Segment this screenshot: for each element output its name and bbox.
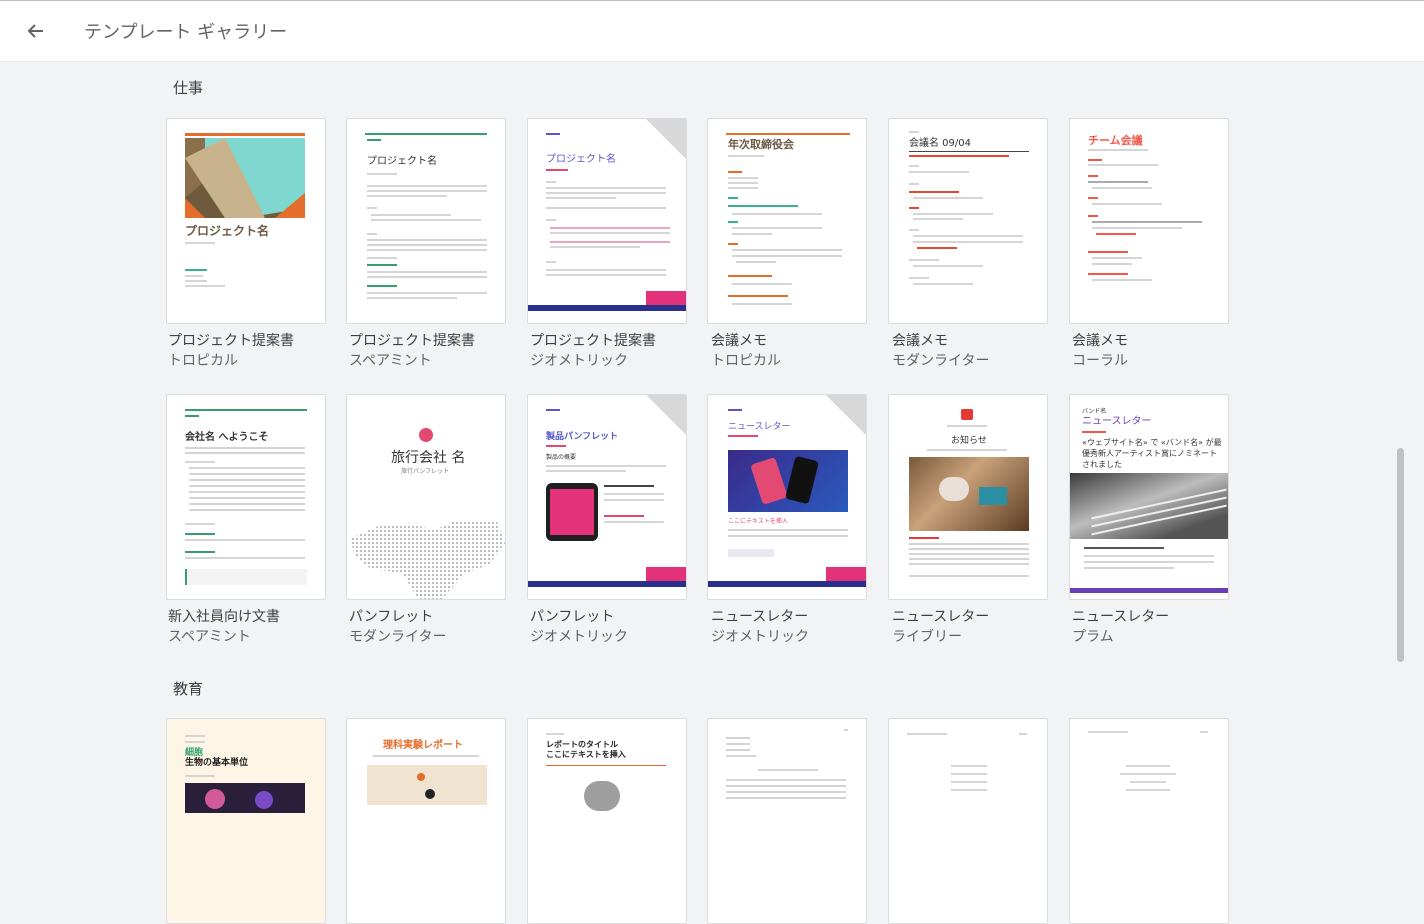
template-card-newsletter-geometric[interactable]: ニュースレター ここにテキストを挿入 xyxy=(707,394,867,600)
template-style: モダンライター xyxy=(892,353,990,369)
template-name: プロジェクト提案書 xyxy=(168,333,294,349)
guitar-photo-image xyxy=(1070,473,1228,539)
template-style: ジオメトリック xyxy=(530,629,628,645)
template-style: ライブリー xyxy=(892,629,962,645)
template-card-meeting-notes-coral[interactable]: チーム会議 xyxy=(1069,118,1229,324)
template-name: 会議メモ xyxy=(1072,333,1128,349)
thumb-title: 生物の基本単位 xyxy=(185,758,249,768)
thumb-title: 旅行会社 名 xyxy=(391,450,466,466)
page-title: テンプレート ギャラリー xyxy=(84,22,288,43)
template-style: トロピカル xyxy=(168,353,238,369)
experiment-image xyxy=(367,765,487,805)
template-name: ニュースレター xyxy=(711,609,809,625)
template-card-project-proposal-tropical[interactable]: プロジェクト名 xyxy=(166,118,326,324)
thumb-title: 理科実験レポート xyxy=(383,740,463,751)
thumb-subtitle: 製品の概要 xyxy=(546,454,577,461)
template-label: 新入社員向け文書 スペアミント xyxy=(168,607,338,647)
template-style: コーラル xyxy=(1072,353,1128,369)
portrait-image xyxy=(584,781,620,811)
template-label: ニュースレター ライブリー xyxy=(892,607,1062,647)
thumb-title: お知らせ xyxy=(951,436,987,446)
vertical-scrollbar[interactable] xyxy=(1397,448,1404,662)
logo-icon xyxy=(419,428,433,442)
thumb-title: プロジェクト名 xyxy=(546,154,616,165)
template-card-education-2[interactable]: 理科実験レポート xyxy=(346,718,506,924)
heart-icon xyxy=(961,409,973,420)
template-label: ニュースレター ジオメトリック xyxy=(711,607,881,647)
template-card-onboarding-spearmint[interactable]: 会社名 へようこそ xyxy=(166,394,326,600)
thumb-title: ニュースレター xyxy=(1082,416,1152,427)
tropical-pattern-image xyxy=(185,138,305,218)
template-label: プロジェクト提案書 ジオメトリック xyxy=(530,331,700,371)
template-name: ニュースレター xyxy=(892,609,990,625)
template-label: プロジェクト提案書 スペアミント xyxy=(349,331,519,371)
arrow-left-icon xyxy=(27,24,43,38)
template-card-project-proposal-spearmint[interactable]: プロジェクト名 xyxy=(346,118,506,324)
back-button[interactable] xyxy=(20,15,52,47)
thumb-title: 製品パンフレット xyxy=(546,432,619,442)
template-card-meeting-notes-tropical[interactable]: 年次取締役会 xyxy=(707,118,867,324)
template-card-brochure-geometric[interactable]: 製品パンフレット 製品の概要 xyxy=(527,394,687,600)
template-name: プロジェクト提案書 xyxy=(530,333,656,349)
thumb-title: レポートのタイトル xyxy=(546,740,618,749)
template-label: 会議メモ モダンライター xyxy=(892,331,1062,371)
template-name: プロジェクト提案書 xyxy=(349,333,475,349)
app-header: テンプレート ギャラリー xyxy=(0,1,1424,62)
template-name: パンフレット xyxy=(349,609,434,625)
template-style: モダンライター xyxy=(349,629,447,645)
template-label: プロジェクト提案書 トロピカル xyxy=(168,331,338,371)
template-style: プラム xyxy=(1072,629,1114,645)
template-name: ニュースレター xyxy=(1072,609,1170,625)
desk-photo-image xyxy=(909,457,1029,531)
thumb-title: プロジェクト名 xyxy=(367,156,437,167)
template-card-education-6[interactable] xyxy=(1069,718,1229,924)
section-title-education: 教育 xyxy=(173,680,204,698)
template-style: スペアミント xyxy=(349,353,432,369)
thumb-subtitle: ここにテキストを挿入 xyxy=(728,518,788,525)
template-style: スペアミント xyxy=(168,629,251,645)
newsletter-image xyxy=(728,450,848,512)
thumb-body: «ウェブサイト名» で «バンド名» が最優秀新人アーティスト賞にノミネートされ… xyxy=(1082,438,1222,469)
template-style: トロピカル xyxy=(711,353,781,369)
thumb-title: 会議名 09/04 xyxy=(909,138,971,149)
template-card-newsletter-lively[interactable]: お知らせ xyxy=(888,394,1048,600)
thumb-title: 会社名 へようこそ xyxy=(185,432,269,443)
thumb-subtitle: 旅行パンフレット xyxy=(401,468,450,475)
thumb-title: 年次取締役会 xyxy=(728,138,794,151)
template-name: 新入社員向け文書 xyxy=(168,609,280,625)
template-card-education-3[interactable]: レポートのタイトル ここにテキストを挿入 xyxy=(527,718,687,924)
template-label: ニュースレター プラム xyxy=(1072,607,1242,647)
thumb-subtitle: ここにテキストを挿入 xyxy=(546,750,626,759)
thumb-title: プロジェクト名 xyxy=(185,224,270,238)
thumb-kicker: 細胞 xyxy=(185,748,204,758)
template-label: パンフレット モダンライター xyxy=(349,607,519,647)
section-title-work: 仕事 xyxy=(173,79,204,97)
template-card-meeting-notes-modern-writer[interactable]: 会議名 09/04 xyxy=(888,118,1048,324)
template-card-education-5[interactable] xyxy=(888,718,1048,924)
template-card-education-4[interactable] xyxy=(707,718,867,924)
template-card-education-1[interactable]: 細胞 生物の基本単位 xyxy=(166,718,326,924)
template-card-project-proposal-geometric[interactable]: プロジェクト名 xyxy=(527,118,687,324)
thumb-kicker: バンド名 xyxy=(1082,408,1107,415)
thumb-title: ニュースレター xyxy=(728,422,791,432)
template-card-brochure-modern-writer[interactable]: 旅行会社 名 旅行パンフレット xyxy=(346,394,506,600)
template-label: パンフレット ジオメトリック xyxy=(530,607,700,647)
world-map-image xyxy=(350,519,505,599)
template-label: 会議メモ トロピカル xyxy=(711,331,881,371)
cell-image xyxy=(185,783,305,813)
template-style: ジオメトリック xyxy=(711,629,809,645)
template-label: 会議メモ コーラル xyxy=(1072,331,1242,371)
template-name: 会議メモ xyxy=(711,333,767,349)
template-name: パンフレット xyxy=(530,609,615,625)
template-name: 会議メモ xyxy=(892,333,948,349)
template-style: ジオメトリック xyxy=(530,353,628,369)
phone-image xyxy=(546,483,598,541)
template-card-newsletter-plum[interactable]: バンド名 ニュースレター «ウェブサイト名» で «バンド名» が最優秀新人アー… xyxy=(1069,394,1229,600)
thumb-title: チーム会議 xyxy=(1088,134,1143,147)
